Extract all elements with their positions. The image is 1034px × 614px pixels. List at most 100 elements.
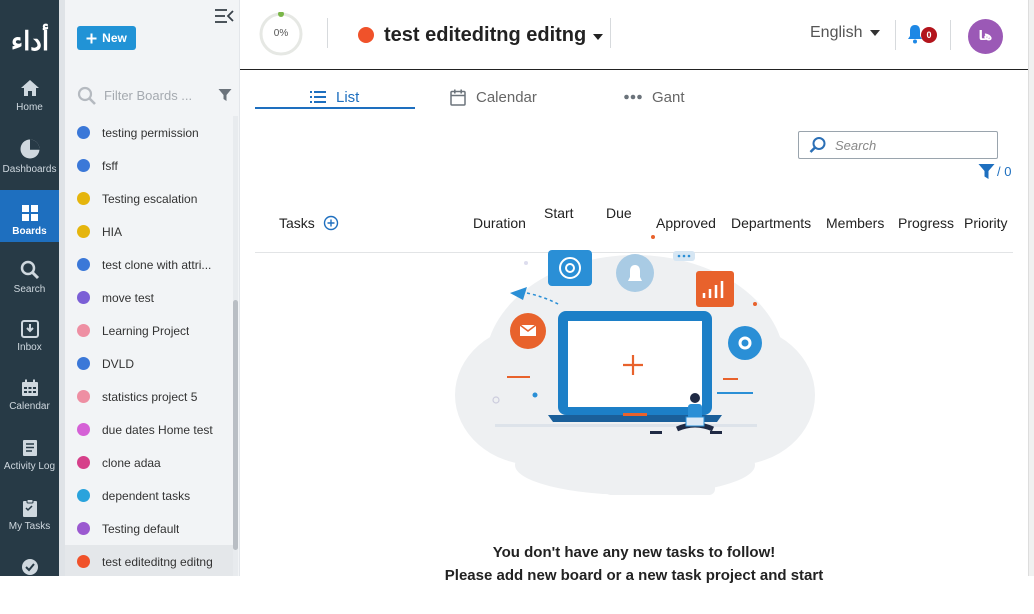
left-nav-rail: أداء Home Dashboards Boards Search Inbox… [0,0,59,576]
board-name: Testing escalation [102,191,198,206]
nav-home-label: Home [16,102,43,113]
nav-home[interactable]: Home [0,78,59,134]
board-color-dot [77,456,90,469]
inbox-icon [20,320,39,338]
nav-my-tasks-label: My Tasks [8,521,51,532]
board-name: Testing default [102,521,180,536]
nav-inbox-label: Inbox [17,342,42,353]
board-item[interactable]: HIA [65,215,233,248]
notifications-button[interactable]: 0 [907,24,939,48]
task-search-input[interactable] [835,137,985,153]
new-board-button[interactable]: New [77,26,136,50]
nav-my-tasks[interactable]: My Tasks [0,499,59,555]
list-icon [310,91,326,103]
board-item[interactable]: clone adaa [65,446,233,479]
filter-funnel-icon[interactable] [218,88,232,102]
board-color-dot [77,357,90,370]
board-item[interactable]: fsff [65,149,233,182]
board-color-dot [77,324,90,337]
board-name: test clone with attri... [102,257,212,272]
board-name: test editeditng editng [102,554,213,569]
board-color-dot [77,258,90,271]
board-name: due dates Home test [102,422,213,437]
nav-more[interactable] [0,558,59,614]
collapse-menu-icon [215,9,234,23]
gantt-dots-icon [624,94,642,100]
activity-log-icon [22,440,37,456]
board-item[interactable]: test editeditng editng [65,545,233,576]
new-board-label: New [102,31,127,45]
board-item[interactable]: test clone with attri... [65,248,233,281]
tab-calendar[interactable]: Calendar [450,84,537,110]
board-color-dot [77,423,90,436]
collapse-panel-button[interactable] [214,8,234,26]
board-item[interactable]: Testing default [65,512,233,545]
header-divider [327,18,328,48]
add-task-icon[interactable] [323,215,339,231]
column-members[interactable]: Members [826,215,884,231]
nav-search[interactable]: Search [0,260,59,316]
board-color-dot [77,522,90,535]
task-filter-button[interactable]: / 0 [978,163,1011,180]
board-item[interactable]: Testing escalation [65,182,233,215]
nav-activity-log-label: Activity Log [3,461,56,472]
board-color-dot [77,192,90,205]
project-color-dot [358,27,374,43]
nav-boards-label: Boards [12,226,47,237]
project-selector[interactable]: test editeditng editng [358,22,604,48]
board-item[interactable]: dependent tasks [65,479,233,512]
board-item[interactable]: due dates Home test [65,413,233,446]
calendar-icon [450,89,466,106]
nav-inbox[interactable]: Inbox [0,320,59,376]
nav-calendar[interactable]: Calendar [0,379,59,435]
tab-gant[interactable]: Gant [624,84,685,110]
active-tab-indicator [255,107,415,109]
board-item[interactable]: testing permission [65,116,233,149]
task-search [798,131,998,159]
plus-icon [86,33,97,43]
empty-state-title: You don't have any new tasks to follow! [492,544,776,561]
notification-count-badge: 0 [921,27,937,43]
user-avatar[interactable]: ها [968,19,1003,54]
board-filter-input[interactable] [104,88,208,103]
clipboard-icon [22,499,37,517]
board-name: dependent tasks [102,488,191,503]
search-icon [809,137,826,153]
language-label: English [810,24,863,41]
calendar-icon [21,379,38,396]
board-filter [75,86,235,108]
column-tasks: Tasks [279,215,315,231]
board-color-dot [77,291,90,304]
header-divider [895,20,896,50]
board-color-dot [77,126,90,139]
nav-activity-log[interactable]: Activity Log [0,439,59,495]
board-item[interactable]: Learning Project [65,314,233,347]
board-item[interactable]: move test [65,281,233,314]
search-icon [20,260,39,280]
boards-grid-icon [21,205,38,221]
board-color-dot [77,555,90,568]
home-icon [20,80,39,96]
nav-dashboards[interactable]: Dashboards [0,138,59,194]
nav-calendar-label: Calendar [9,401,50,412]
language-selector[interactable]: English [810,24,881,42]
tab-calendar-label: Calendar [476,88,537,106]
nav-search-label: Search [13,284,46,295]
pie-chart-icon [20,139,39,159]
column-progress[interactable]: Progress [898,215,954,231]
board-list-scrollbar-thumb[interactable] [233,300,238,550]
board-name: move test [102,290,155,305]
app-logo[interactable]: أداء [8,24,52,60]
board-name: Learning Project [102,323,190,338]
empty-tasks-illustration [455,235,815,495]
board-color-dot [77,390,90,403]
nav-boards[interactable]: Boards [0,190,59,242]
search-icon [77,86,96,105]
board-item[interactable]: DVLD [65,347,233,380]
board-name: statistics project 5 [102,389,198,404]
header-divider [950,20,951,50]
column-priority[interactable]: Priority [964,215,1008,231]
board-item[interactable]: statistics project 5 [65,380,233,413]
tab-list-label: List [336,88,360,106]
page-scrollbar[interactable] [1028,0,1034,576]
